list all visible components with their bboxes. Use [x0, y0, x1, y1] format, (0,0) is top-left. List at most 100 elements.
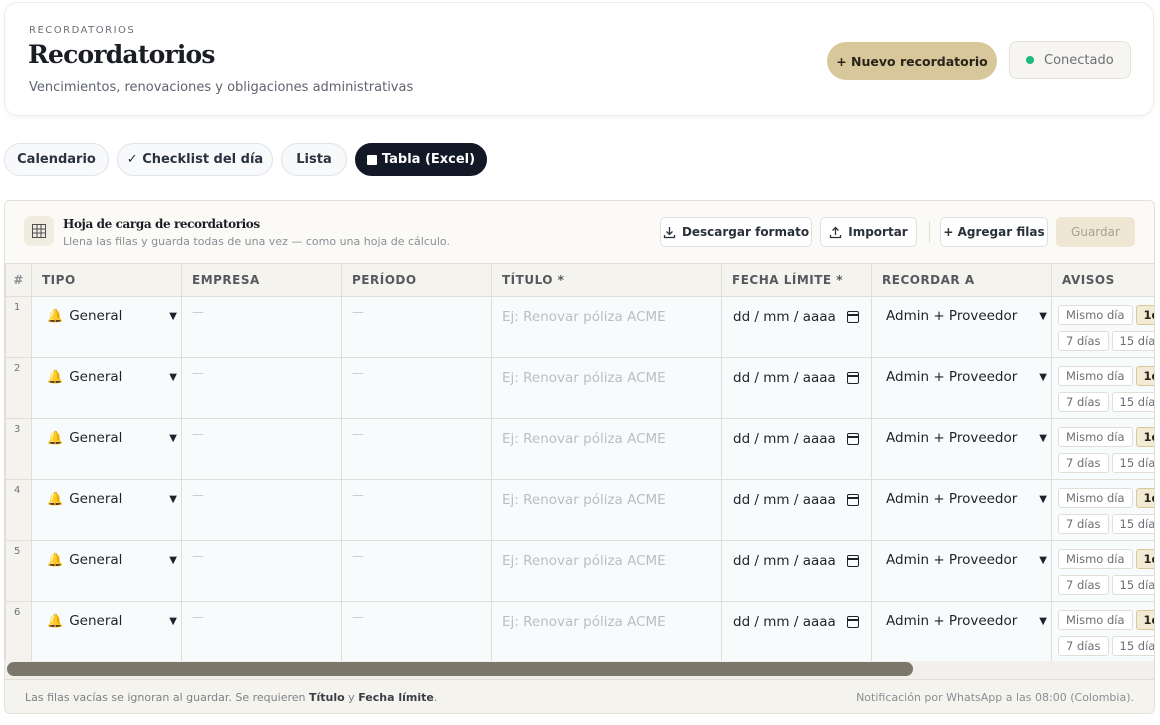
scrollbar-thumb[interactable]: [7, 662, 913, 676]
titulo-cell[interactable]: Ej: Renovar póliza ACME: [491, 601, 722, 663]
tipo-select[interactable]: 🔔 General ▼: [32, 419, 181, 446]
aviso-chip[interactable]: 7 días: [1058, 453, 1109, 473]
recordar-select[interactable]: Admin + Proveedor ▼: [872, 480, 1051, 507]
recordar-cell[interactable]: Admin + Proveedor ▼: [871, 479, 1052, 541]
tab-calendario[interactable]: Calendario: [4, 143, 109, 176]
periodo-cell[interactable]: —: [341, 418, 492, 480]
aviso-chip[interactable]: 7 días: [1058, 392, 1109, 412]
recordar-select[interactable]: Admin + Proveedor ▼: [872, 297, 1051, 324]
fecha-input[interactable]: dd / mm / aaaa: [722, 541, 871, 569]
fecha-cell[interactable]: dd / mm / aaaa: [721, 479, 872, 541]
aviso-chip[interactable]: 15 días: [1111, 392, 1154, 412]
aviso-chip[interactable]: 1d: [1135, 305, 1154, 325]
calendar-icon[interactable]: [847, 311, 859, 323]
titulo-input[interactable]: Ej: Renovar póliza ACME: [492, 419, 721, 447]
titulo-cell[interactable]: Ej: Renovar póliza ACME: [491, 296, 722, 358]
aviso-chip[interactable]: 1d: [1135, 427, 1154, 447]
aviso-chip[interactable]: 1d: [1135, 610, 1154, 630]
calendar-icon[interactable]: [847, 555, 859, 567]
add-rows-button[interactable]: + Agregar filas: [940, 217, 1048, 247]
save-button[interactable]: Guardar: [1056, 217, 1135, 247]
empresa-cell[interactable]: —: [181, 418, 342, 480]
titulo-cell[interactable]: Ej: Renovar póliza ACME: [491, 357, 722, 419]
aviso-chip[interactable]: Mismo día: [1058, 549, 1133, 569]
recordar-select[interactable]: Admin + Proveedor ▼: [872, 358, 1051, 385]
recordar-select[interactable]: Admin + Proveedor ▼: [872, 419, 1051, 446]
tipo-select[interactable]: 🔔 General ▼: [32, 297, 181, 324]
tipo-select[interactable]: 🔔 General ▼: [32, 602, 181, 629]
aviso-chip[interactable]: 15 días: [1111, 636, 1154, 656]
recordar-cell[interactable]: Admin + Proveedor ▼: [871, 601, 1052, 663]
recordar-cell[interactable]: Admin + Proveedor ▼: [871, 357, 1052, 419]
periodo-cell[interactable]: —: [341, 357, 492, 419]
tipo-cell[interactable]: 🔔 General ▼: [31, 540, 182, 602]
download-format-button[interactable]: Descargar formato: [660, 217, 812, 247]
titulo-input[interactable]: Ej: Renovar póliza ACME: [492, 602, 721, 630]
titulo-input[interactable]: Ej: Renovar póliza ACME: [492, 480, 721, 508]
recordar-select[interactable]: Admin + Proveedor ▼: [872, 602, 1051, 629]
aviso-chip[interactable]: Mismo día: [1058, 610, 1133, 630]
empresa-cell[interactable]: —: [181, 357, 342, 419]
tipo-select[interactable]: 🔔 General ▼: [32, 480, 181, 507]
aviso-chip[interactable]: 7 días: [1058, 514, 1109, 534]
aviso-chip[interactable]: 15 días: [1111, 453, 1154, 473]
fecha-input[interactable]: dd / mm / aaaa: [722, 297, 871, 325]
calendar-icon[interactable]: [847, 494, 859, 506]
fecha-cell[interactable]: dd / mm / aaaa: [721, 601, 872, 663]
fecha-cell[interactable]: dd / mm / aaaa: [721, 296, 872, 358]
calendar-icon[interactable]: [847, 372, 859, 384]
empresa-cell[interactable]: —: [181, 296, 342, 358]
tipo-select[interactable]: 🔔 General ▼: [32, 541, 181, 568]
tipo-cell[interactable]: 🔔 General ▼: [31, 479, 182, 541]
aviso-chip[interactable]: 1d: [1135, 549, 1154, 569]
aviso-chip[interactable]: 15 días: [1111, 514, 1154, 534]
tab-tabla-excel[interactable]: Tabla (Excel): [355, 143, 487, 176]
aviso-chip[interactable]: 1d: [1135, 488, 1154, 508]
tipo-cell[interactable]: 🔔 General ▼: [31, 296, 182, 358]
tipo-cell[interactable]: 🔔 General ▼: [31, 601, 182, 663]
aviso-chip[interactable]: 1d: [1135, 366, 1154, 386]
tipo-cell[interactable]: 🔔 General ▼: [31, 418, 182, 480]
aviso-chip[interactable]: 7 días: [1058, 636, 1109, 656]
aviso-chip[interactable]: 15 días: [1111, 575, 1154, 595]
new-reminder-button[interactable]: + Nuevo recordatorio: [827, 42, 997, 80]
empresa-cell[interactable]: —: [181, 479, 342, 541]
recordar-cell[interactable]: Admin + Proveedor ▼: [871, 540, 1052, 602]
tab-lista[interactable]: Lista: [281, 143, 347, 176]
periodo-cell[interactable]: —: [341, 479, 492, 541]
calendar-icon[interactable]: [847, 616, 859, 628]
import-button[interactable]: Importar: [820, 217, 917, 247]
tab-checklist[interactable]: ✓ Checklist del día: [117, 143, 273, 176]
titulo-input[interactable]: Ej: Renovar póliza ACME: [492, 358, 721, 386]
titulo-cell[interactable]: Ej: Renovar póliza ACME: [491, 479, 722, 541]
fecha-input[interactable]: dd / mm / aaaa: [722, 602, 871, 630]
titulo-cell[interactable]: Ej: Renovar póliza ACME: [491, 540, 722, 602]
aviso-chip[interactable]: Mismo día: [1058, 305, 1133, 325]
horizontal-scrollbar[interactable]: [5, 661, 1154, 679]
calendar-icon[interactable]: [847, 433, 859, 445]
aviso-chip[interactable]: Mismo día: [1058, 366, 1133, 386]
periodo-cell[interactable]: —: [341, 601, 492, 663]
periodo-cell[interactable]: —: [341, 540, 492, 602]
fecha-cell[interactable]: dd / mm / aaaa: [721, 418, 872, 480]
aviso-chip[interactable]: Mismo día: [1058, 427, 1133, 447]
recordar-select[interactable]: Admin + Proveedor ▼: [872, 541, 1051, 568]
aviso-chip[interactable]: 15 días: [1111, 331, 1154, 351]
tipo-select[interactable]: 🔔 General ▼: [32, 358, 181, 385]
titulo-cell[interactable]: Ej: Renovar póliza ACME: [491, 418, 722, 480]
aviso-chip[interactable]: 7 días: [1058, 575, 1109, 595]
periodo-cell[interactable]: —: [341, 296, 492, 358]
fecha-input[interactable]: dd / mm / aaaa: [722, 358, 871, 386]
fecha-input[interactable]: dd / mm / aaaa: [722, 480, 871, 508]
titulo-input[interactable]: Ej: Renovar póliza ACME: [492, 297, 721, 325]
aviso-chip[interactable]: 7 días: [1058, 331, 1109, 351]
fecha-cell[interactable]: dd / mm / aaaa: [721, 540, 872, 602]
empresa-cell[interactable]: —: [181, 540, 342, 602]
empresa-cell[interactable]: —: [181, 601, 342, 663]
aviso-chip[interactable]: Mismo día: [1058, 488, 1133, 508]
titulo-input[interactable]: Ej: Renovar póliza ACME: [492, 541, 721, 569]
fecha-input[interactable]: dd / mm / aaaa: [722, 419, 871, 447]
recordar-cell[interactable]: Admin + Proveedor ▼: [871, 296, 1052, 358]
recordar-cell[interactable]: Admin + Proveedor ▼: [871, 418, 1052, 480]
fecha-cell[interactable]: dd / mm / aaaa: [721, 357, 872, 419]
